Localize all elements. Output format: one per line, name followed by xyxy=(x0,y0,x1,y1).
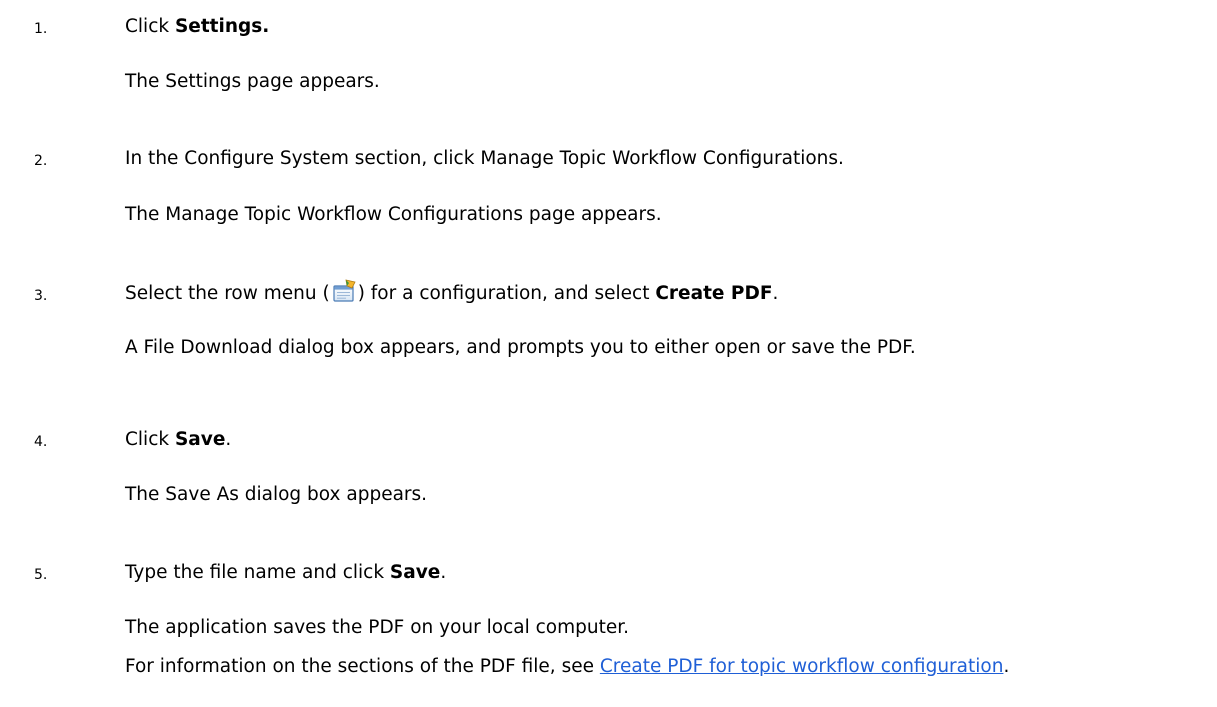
step-action: Click Save. xyxy=(125,425,1185,455)
step-action: Select the row menu ( ) for a configurat… xyxy=(125,279,1185,309)
step-number: 5. xyxy=(34,567,48,583)
step-action: Type the file name and click Save. xyxy=(125,558,1185,588)
action-text: ) for a configuration, and select xyxy=(357,283,656,304)
step-result: The Save As dialog box appears. xyxy=(125,484,428,505)
note-text: . xyxy=(1003,656,1010,677)
step-result: The Settings page appears. xyxy=(125,71,380,92)
step-number: 2. xyxy=(34,153,48,169)
step-number: 1. xyxy=(34,21,48,37)
step-result: The Manage Topic Workflow Configurations… xyxy=(125,204,662,225)
ui-term-create-pdf: Create PDF xyxy=(655,283,773,304)
step-action: Click Settings. xyxy=(125,12,1185,42)
action-text: Select the row menu ( xyxy=(125,283,330,304)
step-number: 4. xyxy=(34,434,48,450)
create-pdf-topic-workflow-link[interactable]: Create PDF for topic workflow configurat… xyxy=(600,656,1004,677)
ui-term-save: Save xyxy=(174,429,226,450)
ui-term-settings: Settings. xyxy=(174,16,270,37)
action-text: Type the file name and click xyxy=(125,562,390,583)
step-result: A File Download dialog box appears, and … xyxy=(125,337,916,358)
action-text: . xyxy=(225,429,232,450)
action-text: Click xyxy=(125,16,175,37)
action-text: . xyxy=(772,283,779,304)
step-action: In the Configure System section, click M… xyxy=(125,148,844,169)
action-text: . xyxy=(440,562,447,583)
ui-term-save: Save xyxy=(389,562,441,583)
step-result: The application saves the PDF on your lo… xyxy=(125,617,629,638)
step-note: For information on the sections of the P… xyxy=(125,652,1195,682)
note-text: For information on the sections of the P… xyxy=(125,656,600,677)
row-menu-icon xyxy=(332,279,356,303)
step-number: 3. xyxy=(34,288,48,304)
action-text: Click xyxy=(125,429,175,450)
